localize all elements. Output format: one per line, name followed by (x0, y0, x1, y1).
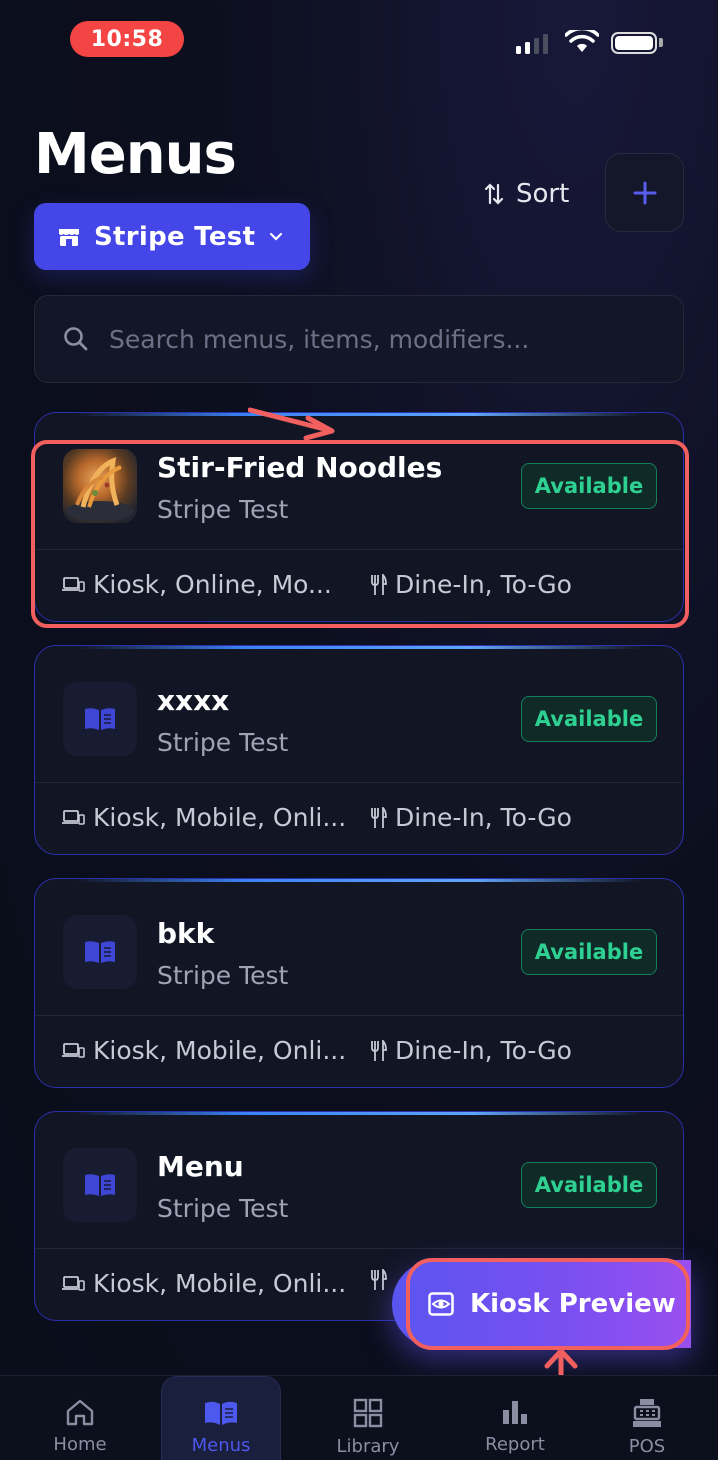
devices-icon (62, 809, 85, 825)
tab-home[interactable]: Home (20, 1376, 140, 1460)
utensils-icon (371, 1039, 387, 1061)
status-bar: 10:58 (0, 0, 718, 80)
menu-thumbnail (63, 449, 137, 523)
menu-service-types (369, 1269, 387, 1291)
menu-service-label: Dine-In, To-Go (395, 803, 572, 832)
utensils-icon (371, 573, 387, 595)
search-icon (64, 327, 88, 351)
sort-label: Sort (516, 179, 570, 209)
tab-pos[interactable]: POS (587, 1376, 707, 1460)
tab-report-label: Report (485, 1434, 545, 1455)
menu-card[interactable]: xxxx Stripe Test Available Kiosk, Mobile… (34, 645, 684, 855)
bottom-tab-bar: Home Menus Library Report POS (0, 1375, 718, 1460)
wifi-icon (565, 30, 599, 52)
store-icon (59, 228, 79, 246)
tab-report[interactable]: Report (455, 1376, 575, 1460)
sort-icon (484, 183, 504, 205)
menu-name: Stir-Fried Noodles (157, 451, 443, 484)
menu-card[interactable]: bkk Stripe Test Available Kiosk, Mobile,… (34, 878, 684, 1088)
bar-chart-icon (503, 1401, 527, 1424)
tab-library-label: Library (336, 1436, 400, 1457)
home-icon (66, 1399, 94, 1426)
battery-icon (611, 32, 657, 54)
search-input[interactable] (109, 324, 629, 354)
menu-channels: Kiosk, Mobile, Onli... (61, 1036, 351, 1065)
book-icon (85, 1174, 115, 1196)
menu-name: xxxx (157, 684, 230, 717)
card-divider (35, 549, 683, 550)
card-divider (35, 1015, 683, 1016)
grid-icon (353, 1398, 383, 1428)
plus-icon (633, 181, 656, 204)
menu-channels: Kiosk, Mobile, Onli... (61, 1269, 351, 1298)
menu-channels-label: Kiosk, Mobile, Onli... (93, 1269, 347, 1298)
status-badge: Available (521, 696, 657, 742)
card-divider (35, 782, 683, 783)
menu-service-types: Dine-In, To-Go (369, 570, 572, 599)
menu-store: Stripe Test (157, 961, 289, 990)
menu-name: Menu (157, 1150, 244, 1183)
status-badge: Available (521, 463, 657, 509)
add-menu-button[interactable] (605, 153, 684, 232)
menu-service-types: Dine-In, To-Go (369, 1036, 572, 1065)
store-selector-label: Stripe Test (94, 221, 256, 252)
book-icon (85, 941, 115, 963)
menu-channels: Kiosk, Online, Mo... (61, 570, 351, 599)
card-divider (35, 1248, 683, 1249)
tab-menus[interactable]: Menus (161, 1376, 281, 1460)
tab-home-label: Home (53, 1434, 107, 1455)
tab-pos-label: POS (628, 1436, 666, 1457)
kiosk-preview-label: Kiosk Preview (470, 1289, 676, 1319)
tab-library[interactable]: Library (308, 1376, 428, 1460)
utensils-icon (371, 806, 387, 828)
menu-service-types: Dine-In, To-Go (369, 803, 572, 832)
kiosk-preview-button[interactable]: Kiosk Preview (392, 1260, 691, 1348)
status-time: 10:58 (70, 21, 184, 57)
book-icon (205, 1401, 237, 1425)
menu-service-label: Dine-In, To-Go (395, 1036, 572, 1065)
eye-icon (428, 1292, 454, 1316)
menu-thumbnail (63, 915, 137, 989)
devices-icon (62, 576, 85, 592)
store-selector-button[interactable]: Stripe Test (34, 203, 310, 270)
menu-store: Stripe Test (157, 495, 289, 524)
cash-register-icon (633, 1399, 661, 1427)
menu-channels-label: Kiosk, Mobile, Onli... (93, 1036, 347, 1065)
menu-thumbnail (63, 682, 137, 756)
menu-service-label: Dine-In, To-Go (395, 570, 572, 599)
menu-thumbnail (63, 1148, 137, 1222)
devices-icon (62, 1275, 85, 1291)
cellular-signal-icon (516, 32, 548, 54)
food-photo-icon (66, 456, 134, 521)
menu-channels: Kiosk, Mobile, Onli... (61, 803, 351, 832)
page-title: Menus (34, 122, 237, 187)
chevron-down-icon (270, 232, 283, 241)
menu-store: Stripe Test (157, 1194, 289, 1223)
menu-channels-label: Kiosk, Online, Mo... (93, 570, 332, 599)
utensils-icon (371, 1269, 387, 1290)
menu-name: bkk (157, 917, 215, 950)
sort-button[interactable]: Sort (484, 176, 569, 212)
menu-store: Stripe Test (157, 728, 289, 757)
menu-channels-label: Kiosk, Mobile, Onli... (93, 803, 347, 832)
devices-icon (62, 1042, 85, 1058)
status-badge: Available (521, 929, 657, 975)
annotation-arrow-icon (248, 407, 335, 440)
menu-card[interactable]: Stir-Fried Noodles Stripe Test Available… (34, 412, 684, 622)
search-bar[interactable] (34, 295, 684, 383)
tab-menus-label: Menus (191, 1435, 251, 1456)
book-icon (85, 708, 115, 730)
status-badge: Available (521, 1162, 657, 1208)
